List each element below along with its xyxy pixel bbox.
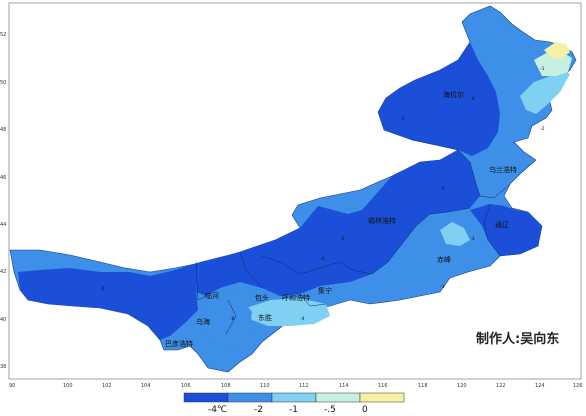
y-tick: 38 [0,364,6,370]
station-value: -4 [470,96,475,102]
x-tick: 104 [141,383,151,389]
station-value: -5 [100,286,105,292]
station-value: -2 [540,126,545,132]
x-tick: 106 [181,383,191,389]
legend-label: -1 [289,405,298,415]
legend-swatch [359,392,405,403]
city-xilinhot: 锡林浩特 [368,216,396,225]
legend: -4℃ -2 -1 -.5 0 [183,392,405,415]
station-value: -5 [440,186,445,192]
x-tick: 118 [418,383,428,389]
legend-swatch [183,392,229,403]
city-hohhot: 呼和浩特 [282,293,310,302]
author-credit: 制作人:吴向东 [476,331,559,347]
x-tick: 124 [535,383,545,389]
city-wuhai: 乌海 [196,317,210,326]
x-tick: 100 [63,383,73,389]
station-value: -6 [340,236,345,242]
city-dongsheng: 东胜 [258,313,272,322]
x-tick: 114 [339,383,349,389]
x-tick: 90 [9,383,15,389]
y-tick: 50 [0,80,6,86]
city-chifeng: 赤峰 [437,255,451,264]
legend-label: 0 [362,405,368,415]
legend-swatch [227,392,273,403]
legend-label: -.5 [324,405,336,415]
x-tick: 112 [299,383,309,389]
city-bayanhot: 巴彦浩特 [165,339,193,348]
x-tick: 120 [457,383,467,389]
x-axis: 90 100 102 104 106 108 110 112 114 116 1… [9,383,583,389]
station-value: -4 [320,256,325,262]
y-tick: 42 [0,269,6,275]
legend-label: -4℃ [208,405,227,415]
x-tick: 110 [260,383,270,389]
city-hailar: 海拉尔 [443,90,464,99]
station-value: -4 [300,316,305,322]
station-value: -6 [230,316,235,322]
legend-swatch [271,392,317,403]
x-tick: 122 [496,383,506,389]
x-tick: 102 [102,383,112,389]
station-value: -3 [470,236,475,242]
y-tick: 46 [0,175,6,181]
city-linhe: 临河 [205,291,219,300]
station-value: -1 [540,66,545,72]
y-tick: 44 [0,222,6,228]
city-ulanhot: 乌兰浩特 [489,165,517,174]
y-tick: 40 [0,317,6,323]
station-value: -3 [400,116,405,122]
x-tick: 126 [573,383,583,389]
city-baotou: 包头 [255,293,269,302]
y-axis: 52 50 48 46 44 42 40 38 [0,32,6,370]
legend-swatch [315,392,361,403]
city-jining: 集宁 [318,286,332,295]
station-value: -3 [440,284,445,290]
y-tick: 52 [0,32,6,38]
y-tick: 48 [0,127,6,133]
legend-label: -2 [254,405,263,415]
x-tick: 108 [221,383,231,389]
city-tongliao: 通辽 [495,220,509,229]
temperature-map: 90 100 102 104 106 108 110 112 114 116 1… [0,2,583,415]
x-tick: 116 [378,383,388,389]
